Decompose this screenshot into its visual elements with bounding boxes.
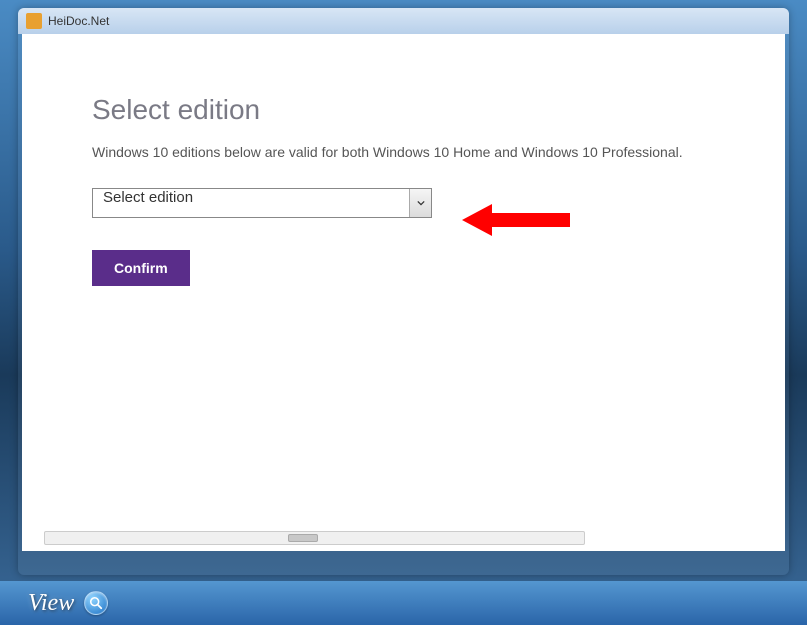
view-label: View xyxy=(28,590,74,617)
confirm-button[interactable]: Confirm xyxy=(92,250,190,286)
magnify-button[interactable] xyxy=(84,591,108,615)
app-window: HeiDoc.Net Select edition Windows 10 edi… xyxy=(18,8,789,575)
edition-select-wrap: Select edition xyxy=(92,188,432,218)
edition-select[interactable]: Select edition xyxy=(92,188,432,218)
bottom-bar: View xyxy=(0,581,807,625)
app-icon xyxy=(26,13,42,29)
content-area: Select edition Windows 10 editions below… xyxy=(22,34,785,551)
page-heading: Select edition xyxy=(92,94,715,126)
search-icon xyxy=(89,596,103,610)
page-description: Windows 10 editions below are valid for … xyxy=(92,144,715,160)
horizontal-scrollbar[interactable] xyxy=(44,531,585,545)
window-title: HeiDoc.Net xyxy=(48,14,109,28)
titlebar[interactable]: HeiDoc.Net xyxy=(18,8,789,34)
scrollbar-thumb[interactable] xyxy=(288,534,318,542)
main-content: Select edition Windows 10 editions below… xyxy=(22,34,785,316)
